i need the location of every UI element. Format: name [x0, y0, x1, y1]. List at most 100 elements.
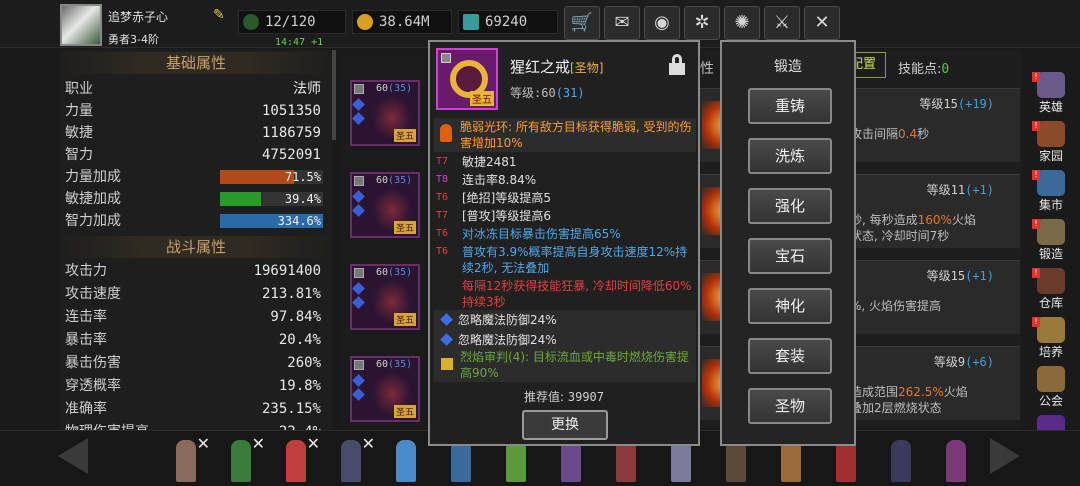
training-icon — [1037, 317, 1065, 343]
nav-warehouse[interactable]: ! 仓库 — [1028, 266, 1074, 314]
combat-value: 19.8% — [278, 378, 321, 394]
equipment-level-value: 60 — [376, 267, 389, 278]
forge-button[interactable]: 洗炼 — [748, 138, 832, 174]
shop-cart-icon[interactable]: 🛒 — [564, 6, 600, 40]
hero-icon — [1037, 72, 1065, 98]
combat-row: 穿透概率 19.8% — [65, 375, 327, 397]
forge-button[interactable]: 神化 — [748, 288, 832, 324]
item-level-value: 60 — [541, 86, 556, 100]
home-icon — [1037, 121, 1065, 147]
equipment-level: 60(35) — [376, 359, 412, 370]
affix-text: 敏捷2481 — [462, 155, 517, 169]
lock-small-icon — [354, 84, 364, 94]
skill-desc: 造成范围262.5%火焰 — [850, 383, 968, 400]
hero-portrait[interactable] — [883, 436, 919, 484]
gamepad-icon[interactable]: ◉ — [644, 6, 680, 40]
skill-desc: 攻击间隔0.4秒 — [850, 125, 929, 142]
replace-button[interactable]: 更换 — [522, 410, 608, 440]
next-arrow-icon[interactable] — [990, 438, 1020, 474]
nav-anvil[interactable]: ! 锻造 — [1028, 217, 1074, 265]
item-icon: 圣五 — [436, 48, 498, 110]
bonus-bar-fill — [220, 170, 294, 184]
edit-name-icon[interactable]: ✎ — [213, 7, 229, 23]
gear-icon[interactable]: ✲ — [684, 6, 720, 40]
equipment-slot[interactable]: 60(35) 圣五 — [350, 264, 420, 330]
affix-tier: T6 — [436, 246, 449, 257]
skill-level: 等级9(+6) — [934, 353, 994, 370]
mail-icon[interactable]: ✉ — [604, 6, 640, 40]
skill-level: 等级15(+1) — [927, 267, 994, 284]
hero-sprite — [616, 440, 636, 482]
sword-icon[interactable]: ⚔ — [764, 6, 800, 40]
hero-portrait[interactable]: ✕ — [278, 434, 320, 484]
combat-attributes-heading: 战斗属性 — [60, 236, 332, 258]
equipment-level-value: 60 — [376, 359, 389, 370]
forge-button[interactable]: 套装 — [748, 338, 832, 374]
bonus-label: 智力加成 — [65, 213, 121, 229]
unlock-icon[interactable] — [668, 54, 686, 76]
hero-portrait[interactable] — [938, 436, 974, 484]
item-title: 猩红之戒[圣物] — [510, 56, 603, 77]
nav-home[interactable]: ! 家园 — [1028, 119, 1074, 167]
remove-icon[interactable]: ✕ — [252, 434, 265, 453]
remove-icon[interactable]: ✕ — [307, 434, 320, 453]
combat-label: 攻击力 — [65, 263, 107, 279]
gem-line: 忽略魔法防御24% — [434, 310, 696, 330]
combat-row: 暴击率 20.4% — [65, 329, 327, 351]
alert-badge: ! — [1032, 72, 1040, 82]
forge-button[interactable]: 强化 — [748, 188, 832, 224]
skill-desc-text: %, 火焰伤害提高 — [850, 299, 942, 313]
skill-desc-2: 叠加2层燃烧状态 — [850, 401, 942, 415]
energy-timer: 14:47 +1 — [275, 37, 324, 48]
affix-tier: T7 — [436, 210, 449, 221]
skill-level-plus: (+6) — [965, 355, 994, 369]
hero-portrait[interactable] — [388, 436, 424, 484]
forge-button[interactable]: 宝石 — [748, 238, 832, 274]
remove-icon[interactable]: ✕ — [197, 434, 210, 453]
hero-sprite — [781, 440, 801, 482]
nav-market[interactable]: ! 集市 — [1028, 168, 1074, 216]
lock-small-icon — [441, 53, 451, 63]
stats-scrollbar[interactable] — [332, 50, 336, 140]
nav-label: 锻造 — [1038, 247, 1063, 261]
affix-tier: T6 — [436, 192, 449, 203]
skill-tab-partial[interactable]: 性 — [700, 58, 714, 78]
nav-guild[interactable]: 公会 — [1028, 364, 1074, 412]
stat-label: 力量 — [65, 103, 93, 119]
forge-button[interactable]: 圣物 — [748, 388, 832, 424]
forge-button[interactable]: 重铸 — [748, 88, 832, 124]
equipment-slot[interactable]: 60(35) 圣五 — [350, 356, 420, 422]
warehouse-icon — [1037, 268, 1065, 294]
prev-arrow-icon[interactable] — [58, 438, 88, 474]
nav-label: 英雄 — [1038, 100, 1063, 114]
crossed-sword-icon[interactable]: ✕ — [804, 6, 840, 40]
stat-value: 4752091 — [261, 147, 321, 163]
item-name: 猩红之戒 — [510, 58, 571, 76]
skill-level: 等级15(+19) — [919, 95, 994, 112]
color-wheel-icon[interactable]: ✺ — [724, 6, 760, 40]
nav-hero[interactable]: ! 英雄 — [1028, 70, 1074, 118]
gem-icon — [352, 374, 365, 387]
remove-icon[interactable]: ✕ — [362, 434, 375, 453]
stat-row: 力量 1051350 — [65, 100, 327, 122]
gem-icon — [352, 112, 365, 125]
equipment-slot[interactable]: 60(35) 圣五 — [350, 80, 420, 146]
gem-counter: 69240 — [458, 10, 558, 34]
hero-portrait[interactable]: ✕ — [333, 434, 375, 484]
nav-training[interactable]: ! 培养 — [1028, 315, 1074, 363]
hero-sprite — [451, 440, 471, 482]
skill-level-value: 等级15 — [926, 269, 966, 283]
player-avatar[interactable] — [60, 4, 102, 46]
bonus-bar: 39.4% — [220, 192, 323, 206]
hero-portrait[interactable]: ✕ — [168, 434, 210, 484]
bonus-value: 334.6% — [277, 214, 321, 228]
skill-level: 等级11(+1) — [927, 181, 994, 198]
skill-level-plus: (+1) — [965, 183, 994, 197]
skill-level-value: 等级11 — [926, 183, 966, 197]
stat-label: 敏捷 — [65, 125, 93, 141]
bonus-value: 39.4% — [284, 192, 321, 206]
item-tooltip: 圣五 猩红之戒[圣物] 等级:60(31) 脆弱光环: 所有敌方目标获得脆弱, … — [428, 40, 700, 446]
hero-portrait[interactable]: ✕ — [223, 434, 265, 484]
hero-sprite — [341, 440, 361, 482]
equipment-slot[interactable]: 60(35) 圣五 — [350, 172, 420, 238]
